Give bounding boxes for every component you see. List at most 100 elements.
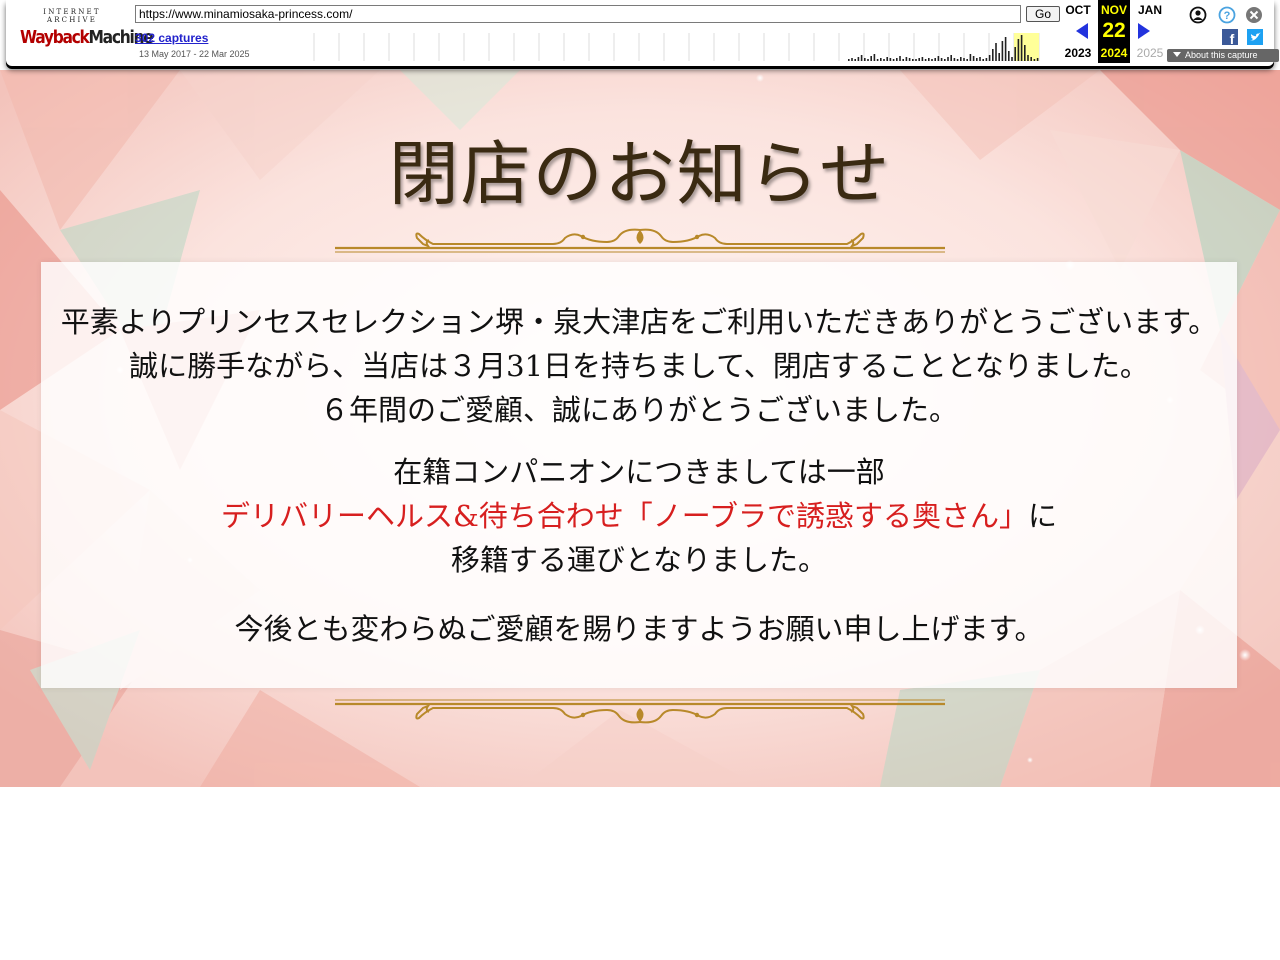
sparkline-bar (886, 57, 888, 61)
ornament-divider-bottom (335, 699, 945, 724)
sparkline-bar (1024, 45, 1026, 61)
capture-date-range: 13 May 2017 - 22 Mar 2025 (139, 49, 250, 59)
sparkline-bar (1027, 55, 1029, 61)
facebook-icon[interactable]: f (1222, 29, 1238, 45)
next-capture-arrow-icon[interactable] (1138, 23, 1150, 39)
sparkline-bar (937, 56, 940, 61)
sparkline-bar (870, 56, 872, 61)
sparkline-bar (1036, 58, 1039, 61)
next-year: 2025 (1136, 46, 1164, 60)
sparkline-bar (912, 59, 914, 61)
sparkline-bar (851, 58, 853, 61)
about-capture-label: About this capture (1185, 50, 1258, 60)
notice-line: 平素よりプリンセスセレクション堺・泉大津店をご利用いただきありがとうございます。 (60, 305, 1218, 339)
sparkline-bar (924, 59, 927, 61)
sparkline-bar (848, 59, 850, 61)
sparkline-bar (960, 57, 962, 61)
logo-wayback-machine-text: WaybackMachine (20, 27, 154, 48)
svg-text:?: ? (1224, 10, 1231, 22)
notice-paragraph-closing: 今後とも変わらぬご愛顧を賜りますようお願い申し上げます。 (234, 612, 1044, 646)
sparkline-bar (976, 58, 978, 61)
close-icon[interactable] (1245, 6, 1263, 24)
blank-page-area (0, 787, 1280, 960)
ornament-divider-top (335, 228, 945, 253)
svg-text:f: f (1230, 31, 1235, 45)
sparkline-bar (908, 58, 911, 61)
notice-line-transfer: デリバリーヘルス&待ち合わせ「ノーブラで誘惑する奥さん」に (41, 494, 1237, 538)
sparkline-bar (1014, 47, 1016, 61)
help-icon[interactable]: ? (1218, 6, 1236, 24)
sparkline-bar (995, 43, 997, 61)
sparkline-bar (1011, 57, 1013, 61)
sparkline-bar (972, 56, 975, 61)
transfer-shop-name: デリバリーヘルス&待ち合わせ「ノーブラで誘惑する奥さん」 (220, 499, 1029, 533)
sparkline-bar (876, 59, 879, 61)
sparkline-bar (988, 55, 991, 61)
sparkline-bar (953, 58, 956, 61)
next-month-link[interactable]: JAN (1134, 3, 1166, 17)
sparkline-bar (931, 59, 933, 61)
page-title: 閉店のお知らせ (388, 133, 892, 215)
sparkline-bar (985, 58, 988, 61)
sparkline-bar (918, 58, 920, 61)
twitter-icon[interactable] (1247, 29, 1263, 45)
current-day: 22 (1102, 19, 1126, 42)
wayback-logo[interactable]: INTERNET ARCHIVE WaybackMachine (20, 8, 154, 52)
dropdown-triangle-icon (1173, 52, 1181, 57)
sparkline-bar (940, 58, 943, 61)
sparkline-bar (982, 59, 984, 61)
sparkline-bar (921, 57, 924, 61)
current-year: 2024 (1100, 46, 1128, 60)
sparkline-bar (966, 59, 968, 61)
sparkline-bar (1020, 35, 1023, 61)
sparkline-bar (963, 58, 965, 61)
logo-internet-archive-text: INTERNET ARCHIVE (43, 8, 101, 24)
sparkline-bar (947, 57, 949, 61)
sparkline-bar (892, 59, 895, 61)
sparkline-bar (915, 59, 917, 61)
sparkline-bar (934, 58, 936, 61)
sparkline-bar (860, 55, 863, 61)
notice-line: 在籍コンパニオンにつきましては一部 (393, 455, 885, 489)
notice-line: 誠に勝手ながら、当店は３月31日を持ちまして、閉店することとなりました。 (129, 349, 1149, 383)
sparkline-bar (873, 54, 876, 61)
sparkline-bar (1008, 51, 1010, 61)
sparkline-bar (880, 58, 882, 61)
sparkline-bar (998, 53, 1000, 61)
captures-link[interactable]: 302 captures (135, 31, 208, 45)
sparkline-bar (857, 57, 860, 61)
sparkline-bar (944, 59, 946, 61)
sparkline-bar (956, 59, 959, 61)
sparkline-bar (864, 58, 866, 61)
sparkline-bar (854, 59, 856, 61)
go-button[interactable]: Go (1026, 6, 1060, 22)
sparkline-bar (979, 57, 981, 61)
sparkline-bar (883, 59, 885, 61)
wayback-toolbar: INTERNET ARCHIVE WaybackMachine Go 302 c… (6, 0, 1279, 66)
sparkline-bar (1017, 39, 1020, 61)
sparkline-bar (1004, 37, 1007, 61)
sparkline-bar (928, 58, 930, 61)
sparkline-bar (969, 54, 972, 61)
sparkline-bar (899, 56, 901, 61)
notice-line-suffix: に (1028, 499, 1058, 533)
prev-month-link[interactable]: OCT (1062, 3, 1094, 17)
sparkline-bar (992, 49, 994, 61)
url-input[interactable] (135, 5, 1021, 23)
prev-capture-arrow-icon[interactable] (1076, 23, 1088, 39)
notice-line: ６年間のご愛顧、誠にありがとうございました。 (319, 393, 958, 427)
sparkline-bar (950, 55, 952, 61)
notice-paragraph-transfer: 在籍コンパニオンにつきましては一部 デリバリーヘルス&待ち合わせ「ノーブラで誘惑… (41, 450, 1237, 582)
sparkline-bar (1030, 57, 1032, 61)
sparkline-bar (905, 57, 908, 61)
prev-year[interactable]: 2023 (1062, 46, 1094, 60)
sparkline-bar (889, 58, 892, 61)
sparkline-bar (867, 59, 869, 61)
sparkline-bar (896, 58, 898, 61)
about-capture-button[interactable]: About this capture (1167, 49, 1279, 62)
sparkline-bar (902, 59, 904, 61)
sparkline-bar (1001, 41, 1004, 61)
capture-sparkline[interactable] (308, 33, 1058, 61)
notice-paragraph-thanks: 平素よりプリンセスセレクション堺・泉大津店をご利用いただきありがとうございます。… (41, 300, 1237, 432)
user-icon[interactable] (1189, 6, 1207, 24)
